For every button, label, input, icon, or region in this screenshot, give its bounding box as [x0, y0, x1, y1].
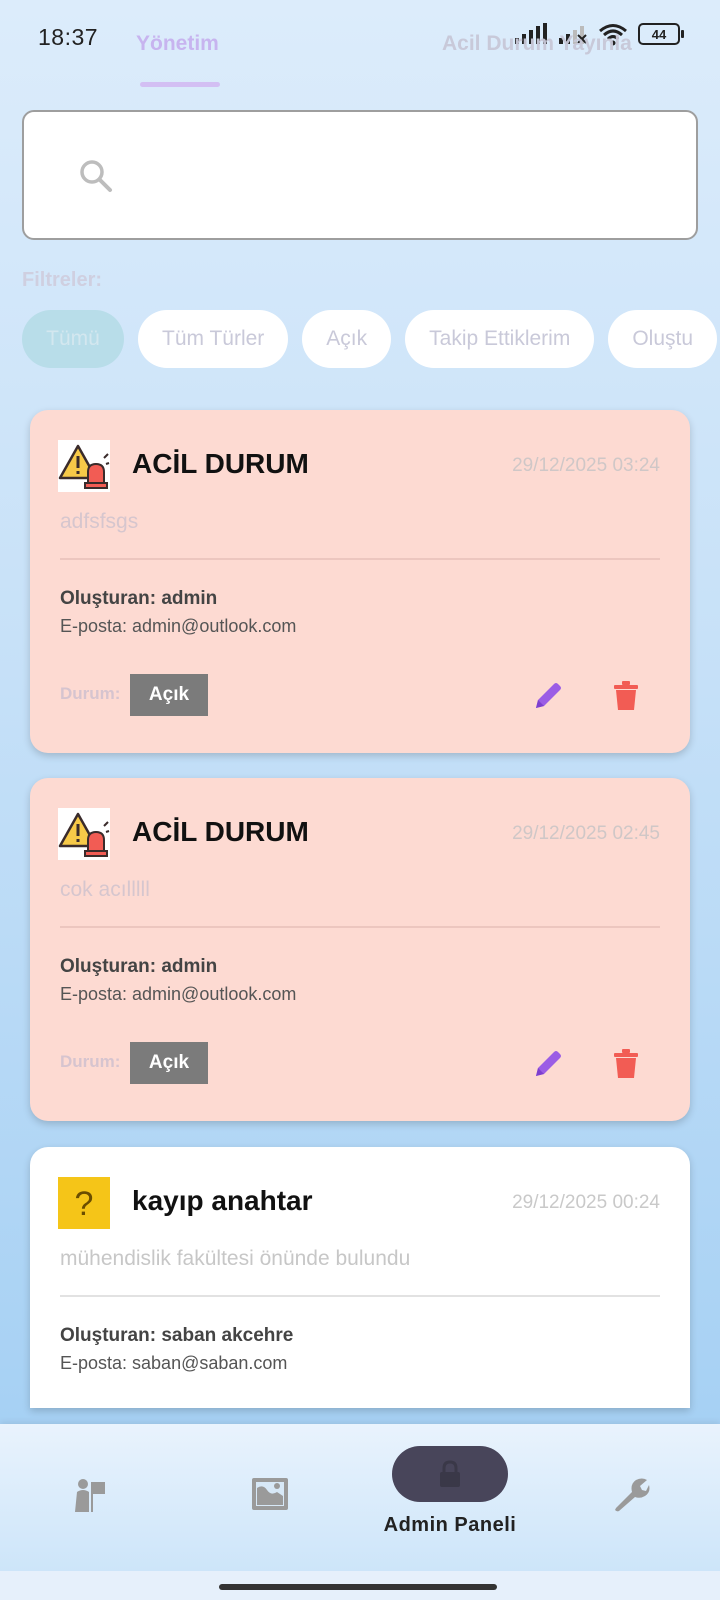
pencil-icon — [536, 683, 561, 708]
admin-panel-pill — [392, 1446, 508, 1502]
lock-icon — [440, 1460, 460, 1487]
report-title: kayıp anahtar — [132, 1185, 313, 1216]
report-description: adfsfsgs — [60, 510, 139, 533]
report-email: E-posta: saban@saban.com — [60, 1353, 288, 1373]
trash-icon — [614, 681, 638, 710]
tab-management[interactable]: Yönetim — [136, 32, 219, 56]
divider — [60, 1295, 660, 1297]
nav-reports[interactable] — [50, 1424, 130, 1571]
report-date: 29/12/2025 02:45 — [512, 823, 660, 844]
report-card[interactable]: ACİL DURUM 29/12/2025 03:24 adfsfsgs Olu… — [30, 410, 690, 753]
edit-button[interactable] — [530, 678, 566, 714]
report-email: E-posta: admin@outlook.com — [60, 984, 297, 1004]
report-description: cok acılllll — [60, 878, 150, 901]
pencil-icon — [536, 1051, 561, 1076]
report-email: E-posta: admin@outlook.com — [60, 616, 297, 636]
wrench-icon — [615, 1478, 650, 1512]
trash-icon — [614, 1049, 638, 1078]
edit-button[interactable] — [530, 1046, 566, 1082]
report-creator: Oluşturan: saban akcehre — [60, 1325, 294, 1346]
divider — [60, 558, 660, 560]
report-title: ACİL DURUM — [132, 448, 309, 479]
tab-emergency-broadcast[interactable]: Acil Durum Yayınla — [442, 32, 632, 56]
status-label: Durum: — [60, 1052, 121, 1071]
report-card[interactable]: ? kayıp anahtar 29/12/2025 00:24 mühendi… — [30, 1147, 690, 1408]
filter-chip-created[interactable]: Oluştu — [608, 310, 718, 368]
status-label: Durum: — [60, 684, 121, 703]
reports-icon — [75, 1479, 105, 1512]
report-creator: Oluşturan: admin — [60, 588, 218, 609]
report-card[interactable]: ACİL DURUM 29/12/2025 02:45 cok acılllll… — [30, 778, 690, 1121]
filter-chip-following[interactable]: Takip Ettiklerim — [405, 310, 595, 368]
filter-chip-open[interactable]: Açık — [302, 310, 392, 368]
report-description: mühendislik fakültesi önünde bulundu — [60, 1247, 411, 1270]
report-date: 29/12/2025 03:24 — [512, 455, 660, 476]
nav-admin-panel[interactable]: Admin Paneli — [370, 1424, 530, 1571]
filters-label: Filtreler: — [22, 269, 103, 291]
report-title: ACİL DURUM — [132, 816, 309, 847]
filter-chips: Tümü Tüm Türler Açık Takip Ettiklerim Oluştu — [22, 310, 720, 368]
active-tab-indicator — [140, 82, 220, 87]
question-mark-icon: ? — [58, 1177, 110, 1229]
gesture-bar[interactable] — [219, 1584, 497, 1590]
map-icon — [252, 1478, 288, 1510]
filter-chip-all[interactable]: Tümü — [22, 310, 124, 368]
svg-text:?: ? — [75, 1185, 94, 1223]
nav-map[interactable] — [230, 1424, 310, 1571]
report-date: 29/12/2025 00:24 — [512, 1192, 660, 1213]
nav-settings[interactable] — [590, 1424, 670, 1571]
report-creator: Oluşturan: admin — [60, 956, 218, 977]
emergency-alarm-icon — [58, 440, 110, 492]
top-tabs: Yönetim Acil Durum Yayınla — [0, 0, 720, 90]
status-badge[interactable]: Açık — [130, 1042, 208, 1084]
nav-admin-label: Admin Paneli — [383, 1514, 517, 1536]
delete-button[interactable] — [608, 1046, 644, 1082]
filter-chip-all-types[interactable]: Tüm Türler — [138, 310, 289, 368]
divider — [60, 926, 660, 928]
search-icon — [80, 160, 112, 192]
emergency-alarm-icon — [58, 808, 110, 860]
status-badge[interactable]: Açık — [130, 674, 208, 716]
bottom-navigation: Admin Paneli — [0, 1424, 720, 1571]
delete-button[interactable] — [608, 678, 644, 714]
search-input[interactable] — [22, 110, 698, 240]
